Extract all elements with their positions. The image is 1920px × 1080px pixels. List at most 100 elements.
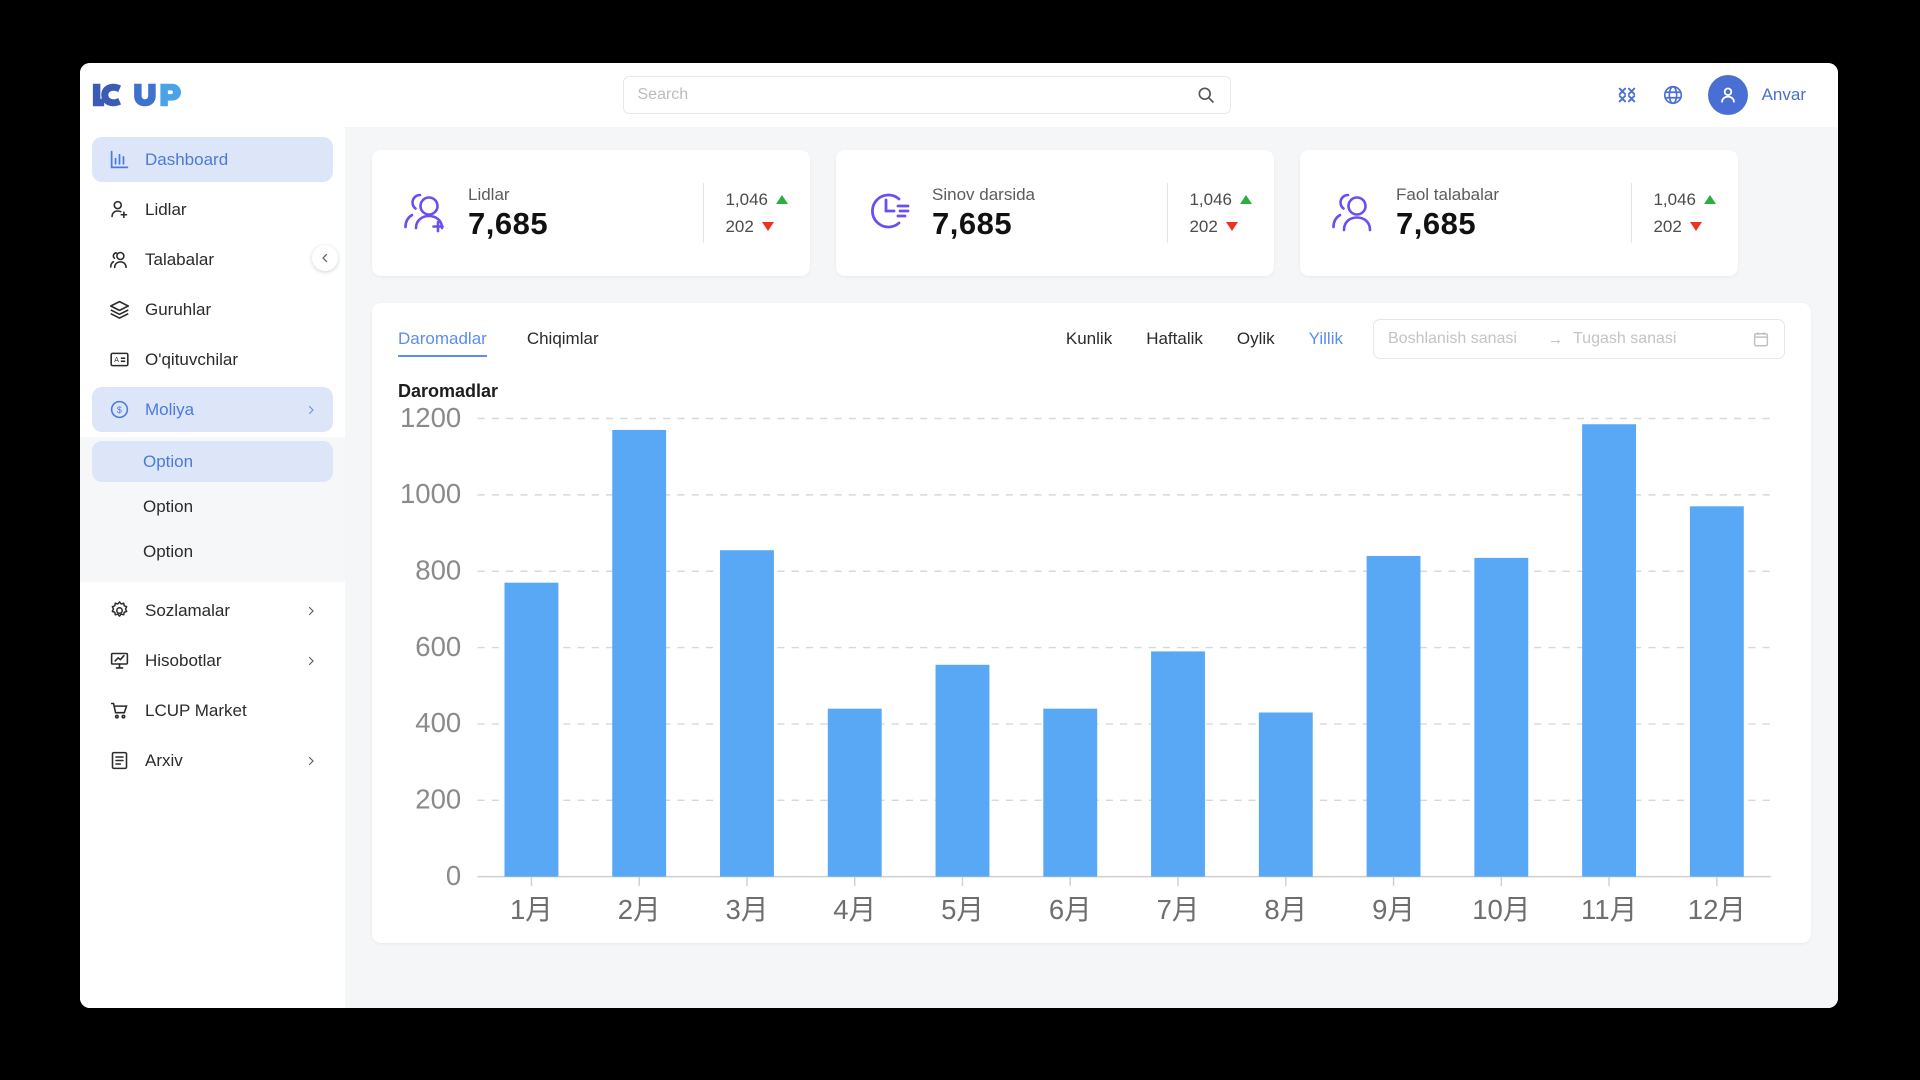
tab-label: Chiqimlar [526,329,599,348]
delta-down-value: 202 [1653,216,1682,236]
bar[interactable] [1043,708,1098,877]
sidebar-item-label: LCUP Market [145,700,247,720]
stat-card-value: 7,685 [468,205,549,241]
stat-card-delta: 1,046 202 [1631,183,1716,243]
sidebar-subitem-option-2[interactable]: Option [92,486,333,527]
search-box[interactable] [622,76,1231,114]
x-axis-tick-label: 12月 [1688,894,1746,925]
chevron-right-icon [308,606,314,615]
bar[interactable] [1582,424,1637,877]
delta-up-row: 1,046 [725,190,788,210]
chart-area: 0 200 400 600 800 1000 1200 1月 2月 3月 4月 5月 6月 7月 8月 9月 1… [398,404,1785,943]
date-range-picker[interactable]: → [1373,319,1785,359]
sidebar-subitem-option-3[interactable]: Option [92,531,333,572]
period-filters: Kunlik Haftalik Oylik Yillik [1066,329,1343,349]
sidebar-item-dashboard[interactable]: Dashboard [92,137,333,182]
search-input[interactable] [637,86,1196,104]
bar[interactable] [612,429,667,877]
period-kunlik[interactable]: Kunlik [1066,329,1112,349]
y-axis-tick-label: 0 [446,860,461,891]
user-plus-icon [398,187,450,240]
brand-logo[interactable] [80,80,345,110]
stat-card-text: Lidlar 7,685 [468,185,703,242]
end-date-input[interactable] [1573,330,1723,348]
x-axis-tick-label: 6月 [1049,894,1092,925]
app-body: Dashboard Lidlar Talabalar Guruhlar A O'… [80,127,1838,1008]
sidebar-item-talabalar[interactable]: Talabalar [92,237,333,282]
svg-text:A: A [114,357,119,364]
delta-up-value: 1,046 [1189,189,1232,209]
bar[interactable] [1474,557,1529,877]
sidebar-item-label: Sozlamalar [145,600,231,620]
triangle-down-icon [761,222,774,231]
sidebar-item-lidlar[interactable]: Lidlar [92,187,333,232]
stat-card-delta: 1,046 202 [1167,183,1252,243]
bar[interactable] [504,582,559,877]
sidebar-item-hisobotlar[interactable]: Hisobotlar [92,638,333,683]
start-date-input[interactable] [1388,330,1538,348]
triangle-down-icon [1225,222,1238,231]
lcup-logo-icon [92,83,181,107]
avatar[interactable] [1707,75,1748,115]
bar[interactable] [935,664,990,877]
period-haftalik[interactable]: Haftalik [1146,329,1203,349]
period-oylik[interactable]: Oylik [1237,329,1275,349]
user-name[interactable]: Anvar [1762,85,1806,105]
search-icon[interactable] [1196,85,1216,105]
delta-up-row: 1,046 [1653,190,1716,210]
svg-text:$: $ [117,405,122,415]
sidebar-subitem-option-1[interactable]: Option [92,441,333,482]
delta-down-value: 202 [1189,216,1218,236]
chart-title: Daromadlar [398,381,499,401]
bar[interactable] [1366,555,1421,877]
bar[interactable] [1151,651,1205,877]
user-plus-icon [108,198,131,221]
user-avatar-icon [1720,87,1735,103]
id-card-icon: A [108,348,131,371]
delta-up-row: 1,046 [1189,190,1252,210]
sidebar-item-lcup-market[interactable]: LCUP Market [92,688,333,733]
stat-card-faol-talabalar[interactable]: Faol talabalar 7,685 1,046 202 [1300,150,1738,276]
sidebar-subitem-label: Option [143,451,194,471]
sidebar-item-moliya[interactable]: $ Moliya [92,387,333,432]
layers-icon [108,298,131,321]
shopping-cart-icon [108,699,131,722]
stat-card-value: 7,685 [932,205,1013,241]
tab-label: Daromadlar [398,329,487,348]
bar[interactable] [720,550,774,877]
stat-cards: Lidlar 7,685 1,046 202 Sinov darsida 7,6… [372,150,1838,276]
tab-daromadlar[interactable]: Daromadlar [398,329,487,357]
archive-icon [108,749,131,772]
sidebar-item-arxiv[interactable]: Arxiv [92,738,333,783]
bar[interactable] [1689,506,1744,877]
triangle-up-icon [1704,195,1716,204]
gear-icon [108,599,131,622]
top-bar: Anvar [80,63,1838,127]
x-axis-tick-label: 2月 [618,894,661,925]
stat-card-label: Lidlar [468,184,510,204]
stat-card-lidlar[interactable]: Lidlar 7,685 1,046 202 [372,150,810,276]
y-axis-tick-label: 200 [415,783,461,814]
bar[interactable] [1258,712,1313,877]
y-axis-tick-label: 800 [415,554,461,585]
users-icon [108,248,131,271]
bar[interactable] [827,708,882,877]
sidebar-item-sozlamalar[interactable]: Sozlamalar [92,588,333,633]
x-axis-tick-label: 1月 [510,894,553,925]
x-axis-tick-label: 4月 [833,894,876,925]
stat-card-value: 7,685 [1396,205,1477,241]
y-axis-tick-label: 400 [415,707,461,738]
x-axis-tick-label: 10月 [1472,894,1530,925]
sidebar-collapse-button[interactable] [312,245,338,271]
calendar-icon[interactable] [1752,330,1770,348]
stat-card-label: Sinov darsida [932,184,1036,204]
compress-icon[interactable] [1616,84,1638,106]
sidebar-item-guruhlar[interactable]: Guruhlar [92,287,333,332]
stat-card-sinov-darsida[interactable]: Sinov darsida 7,685 1,046 202 [836,150,1274,276]
period-yillik[interactable]: Yillik [1309,329,1343,349]
triangle-up-icon [776,195,788,204]
globe-icon[interactable] [1662,84,1684,106]
presentation-chart-icon [108,649,131,672]
tab-chiqimlar[interactable]: Chiqimlar [527,329,599,357]
sidebar-item-oqituvchilar[interactable]: A O'qituvchilar [92,337,333,382]
